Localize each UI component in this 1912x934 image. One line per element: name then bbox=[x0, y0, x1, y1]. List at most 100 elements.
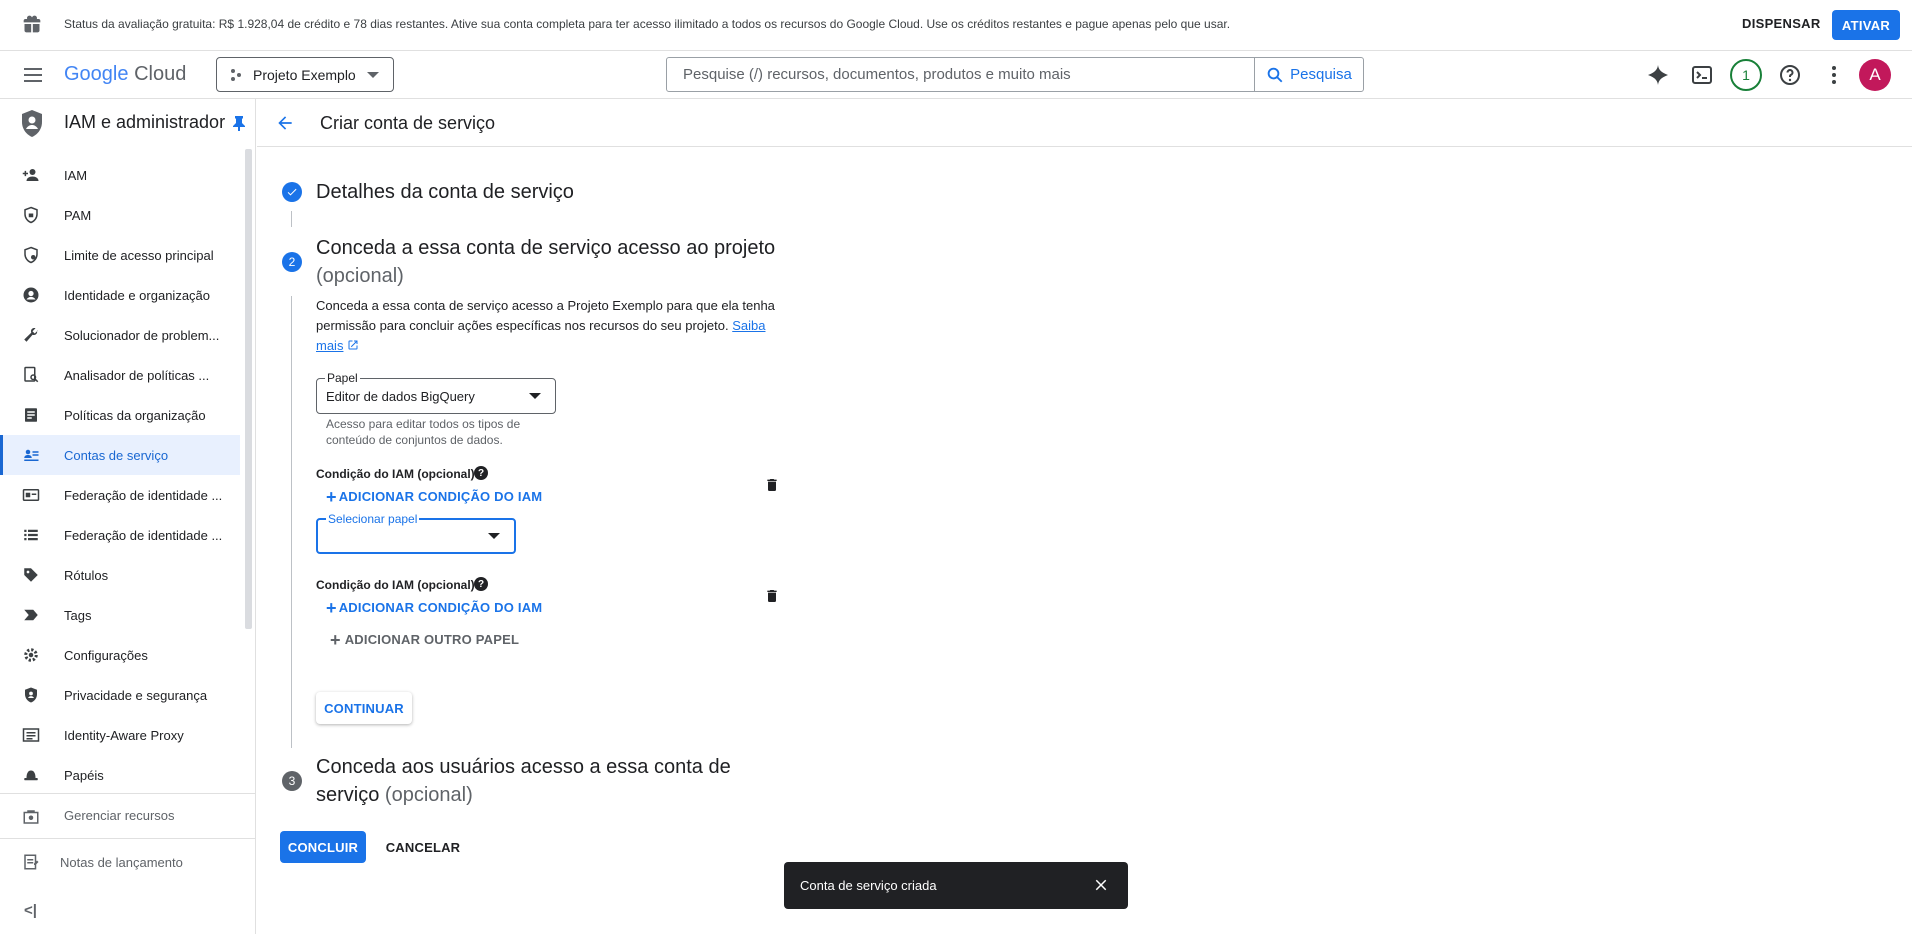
add-iam-condition-button[interactable]: + ADICIONAR CONDIÇÃO DO IAM bbox=[326, 598, 542, 619]
search-button[interactable]: Pesquisa bbox=[1254, 57, 1364, 92]
help-icon[interactable]: ? bbox=[474, 466, 488, 480]
plus-icon: + bbox=[326, 598, 337, 618]
step1-title[interactable]: Detalhes da conta de serviço bbox=[316, 178, 574, 206]
id-card-icon bbox=[22, 489, 40, 501]
sidebar-item-label: Limite de acesso principal bbox=[64, 247, 214, 263]
google-cloud-logo[interactable]: Google Cloud bbox=[64, 63, 186, 86]
add-another-role-label: ADICIONAR OUTRO PAPEL bbox=[344, 632, 520, 647]
page-header: Criar conta de serviço bbox=[257, 99, 1912, 147]
snackbar-message: Conta de serviço criada bbox=[800, 878, 937, 893]
sidebar-item-label: PAM bbox=[64, 207, 92, 223]
sidebar-item-workforce-identity-federation[interactable]: Federação de identidade ... bbox=[0, 515, 240, 555]
avatar[interactable]: A bbox=[1859, 59, 1891, 91]
add-iam-condition-label: ADICIONAR CONDIÇÃO DO IAM bbox=[338, 489, 543, 504]
sidebar-item-service-accounts[interactable]: Contas de serviço bbox=[0, 435, 240, 475]
page-title: Criar conta de serviço bbox=[320, 113, 496, 133]
gear-icon bbox=[24, 648, 38, 662]
service-account-icon bbox=[24, 449, 39, 461]
delete-icon[interactable] bbox=[764, 587, 780, 605]
sidebar-item-identity-aware-proxy[interactable]: Identity-Aware Proxy bbox=[0, 715, 240, 755]
gemini-sparkle-icon[interactable] bbox=[1646, 63, 1670, 87]
done-button[interactable]: CONCLUIR bbox=[280, 831, 366, 863]
gift-icon bbox=[23, 15, 41, 33]
select-role-dropdown[interactable]: Selecionar papel bbox=[316, 512, 516, 554]
dropdown-arrow-icon bbox=[529, 393, 541, 399]
sidebar-item-troubleshooter[interactable]: Solucionador de problem... bbox=[0, 315, 240, 355]
dropdown-arrow-icon bbox=[488, 533, 500, 539]
search-icon bbox=[1267, 67, 1283, 82]
pin-icon[interactable] bbox=[232, 115, 246, 131]
step3-title[interactable]: Conceda aos usuários acesso a essa conta… bbox=[316, 753, 796, 809]
sidebar-item-settings[interactable]: Configurações bbox=[0, 635, 240, 675]
sidebar-item-label: Papéis bbox=[64, 767, 104, 783]
notifications-badge[interactable]: 1 bbox=[1730, 59, 1762, 91]
sidebar-item-labels[interactable]: Rótulos bbox=[0, 555, 240, 595]
continue-button[interactable]: CONTINUAR bbox=[316, 692, 412, 724]
menu-icon[interactable] bbox=[22, 65, 46, 85]
sidebar-item-tags[interactable]: Tags bbox=[0, 595, 240, 635]
sidebar-item-roles[interactable]: Papéis bbox=[0, 755, 240, 795]
sidebar-scrollbar[interactable] bbox=[245, 149, 252, 629]
hat-icon bbox=[24, 770, 38, 781]
sidebar-header: IAM e administrador bbox=[0, 99, 256, 147]
sidebar-item-iam[interactable]: IAM bbox=[0, 155, 240, 195]
add-another-role-button[interactable]: + ADICIONAR OUTRO PAPEL bbox=[330, 630, 519, 651]
step3-number: 3 bbox=[282, 771, 302, 791]
iam-shield-icon bbox=[22, 110, 42, 137]
activate-button[interactable]: ATIVAR bbox=[1832, 10, 1900, 40]
terminal-icon[interactable] bbox=[1690, 63, 1714, 87]
release-notes-icon bbox=[24, 854, 39, 870]
project-name: Projeto Exemplo bbox=[253, 66, 356, 83]
sidebar: IAM e administrador IAM PAM Limite de ac… bbox=[0, 99, 256, 934]
cancel-button[interactable]: CANCELAR bbox=[376, 831, 470, 863]
step-connector bbox=[291, 211, 292, 227]
step2-description-text: Conceda a essa conta de serviço acesso a… bbox=[316, 298, 775, 333]
release-notes-label: Notas de lançamento bbox=[60, 855, 183, 870]
delete-icon[interactable] bbox=[764, 476, 780, 494]
sidebar-item-label: Configurações bbox=[64, 647, 148, 663]
sidebar-item-org-policies[interactable]: Políticas da organização bbox=[0, 395, 240, 435]
sidebar-item-principal-access-boundary[interactable]: Limite de acesso principal bbox=[0, 235, 240, 275]
search-button-label: Pesquisa bbox=[1290, 66, 1352, 83]
top-navigation: Google Cloud Projeto Exemplo Pesquisa 1 … bbox=[0, 51, 1912, 99]
external-link-icon bbox=[348, 340, 358, 350]
step-connector bbox=[291, 296, 292, 748]
role-hint: Acesso para editar todos os tipos de con… bbox=[326, 417, 521, 447]
release-notes-link[interactable]: Notas de lançamento bbox=[0, 838, 256, 886]
manage-resources-link[interactable]: Gerenciar recursos bbox=[0, 793, 256, 837]
sidebar-item-privacy-security[interactable]: Privacidade e segurança bbox=[0, 675, 240, 715]
step2-optional: (opcional) bbox=[316, 265, 404, 287]
sidebar-item-policy-analyzer[interactable]: Analisador de políticas ... bbox=[0, 355, 240, 395]
add-iam-condition-label: ADICIONAR CONDIÇÃO DO IAM bbox=[338, 600, 543, 615]
sidebar-item-label: Federação de identidade ... bbox=[64, 487, 223, 503]
sidebar-item-pam[interactable]: PAM bbox=[0, 195, 240, 235]
collapse-sidebar-icon[interactable]: <| bbox=[24, 902, 37, 919]
sidebar-item-workload-identity-federation[interactable]: Federação de identidade ... bbox=[0, 475, 240, 515]
logo-google-text: Google bbox=[64, 63, 129, 85]
shield-lock-icon bbox=[24, 206, 38, 224]
label-icon bbox=[24, 568, 38, 582]
account-circle-icon bbox=[23, 287, 39, 303]
sidebar-item-identity-organization[interactable]: Identidade e organização bbox=[0, 275, 240, 315]
more-vert-icon[interactable] bbox=[1822, 63, 1846, 87]
sidebar-item-label: Analisador de políticas ... bbox=[64, 367, 210, 383]
step2-title: Conceda a essa conta de serviço acesso a… bbox=[316, 234, 796, 290]
project-picker[interactable]: Projeto Exemplo bbox=[216, 57, 394, 92]
iam-condition-label: Condição do IAM (opcional) bbox=[316, 578, 475, 592]
shield-boundary-icon bbox=[24, 246, 38, 264]
sidebar-nav: IAM PAM Limite de acesso principal Ident… bbox=[0, 155, 240, 795]
role-select[interactable]: Papel Editor de dados BigQuery bbox=[316, 371, 556, 414]
close-icon[interactable] bbox=[1092, 876, 1110, 894]
back-arrow-icon[interactable] bbox=[275, 113, 295, 133]
step1-check-icon bbox=[282, 182, 302, 202]
help-icon[interactable] bbox=[1778, 63, 1802, 87]
help-icon[interactable]: ? bbox=[474, 577, 488, 591]
manage-resources-label: Gerenciar recursos bbox=[64, 808, 175, 823]
search-input[interactable] bbox=[666, 57, 1255, 92]
add-iam-condition-button[interactable]: + ADICIONAR CONDIÇÃO DO IAM bbox=[326, 487, 542, 508]
dismiss-button[interactable]: DISPENSAR bbox=[1742, 16, 1821, 31]
sidebar-item-label: Tags bbox=[64, 607, 92, 623]
document-icon bbox=[25, 408, 37, 422]
sidebar-item-label: Rótulos bbox=[64, 567, 109, 583]
step2-title-text: Conceda a essa conta de serviço acesso a… bbox=[316, 237, 776, 259]
